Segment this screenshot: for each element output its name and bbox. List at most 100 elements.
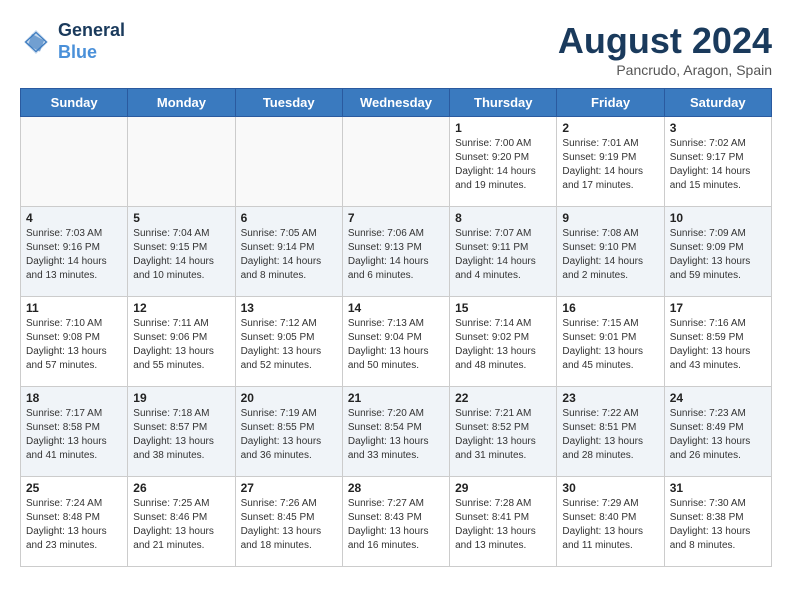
day-info: Sunrise: 7:08 AM Sunset: 9:10 PM Dayligh… [562, 227, 658, 283]
calendar-cell: 9 Sunrise: 7:08 AM Sunset: 9:10 PM Daylig… [557, 207, 664, 297]
day-info: Sunrise: 7:01 AM Sunset: 9:19 PM Dayligh… [562, 137, 658, 193]
day-info: Sunrise: 7:17 AM Sunset: 8:58 PM Dayligh… [26, 407, 122, 463]
day-info: Sunrise: 7:20 AM Sunset: 8:54 PM Dayligh… [348, 407, 444, 463]
day-number: 11 [26, 301, 122, 315]
day-number: 6 [241, 211, 337, 225]
calendar-week-row: 11Sunrise: 7:10 AM Sunset: 9:08 PM Dayli… [21, 297, 772, 387]
day-of-week-header: Tuesday [235, 89, 342, 117]
calendar-cell: 25 Sunrise: 7:24 AM Sunset: 8:48 PM Dayli… [21, 477, 128, 567]
calendar-cell [128, 117, 235, 207]
day-info: Sunrise: 7:21 AM Sunset: 8:52 PM Dayligh… [455, 407, 551, 463]
day-number: 16 [562, 301, 658, 315]
day-info: Sunrise: 7:06 AM Sunset: 9:13 PM Dayligh… [348, 227, 444, 283]
day-info: Sunrise: 7:22 AM Sunset: 8:51 PM Dayligh… [562, 407, 658, 463]
calendar-cell: 11Sunrise: 7:10 AM Sunset: 9:08 PM Dayli… [21, 297, 128, 387]
day-of-week-header: Friday [557, 89, 664, 117]
day-info: Sunrise: 7:18 AM Sunset: 8:57 PM Dayligh… [133, 407, 229, 463]
calendar-cell: 31Sunrise: 7:30 AM Sunset: 8:38 PM Dayli… [664, 477, 771, 567]
day-of-week-header: Wednesday [342, 89, 449, 117]
header: General Blue August 2024 Pancrudo, Arago… [20, 20, 772, 78]
day-number: 27 [241, 481, 337, 495]
day-number: 22 [455, 391, 551, 405]
day-info: Sunrise: 7:12 AM Sunset: 9:05 PM Dayligh… [241, 317, 337, 373]
day-info: Sunrise: 7:29 AM Sunset: 8:40 PM Dayligh… [562, 497, 658, 553]
calendar-week-row: 1Sunrise: 7:00 AM Sunset: 9:20 PM Daylig… [21, 117, 772, 207]
day-info: Sunrise: 7:07 AM Sunset: 9:11 PM Dayligh… [455, 227, 551, 283]
calendar-cell: 23Sunrise: 7:22 AM Sunset: 8:51 PM Dayli… [557, 387, 664, 477]
calendar-cell: 14 Sunrise: 7:13 AM Sunset: 9:04 PM Dayli… [342, 297, 449, 387]
calendar-cell: 28Sunrise: 7:27 AM Sunset: 8:43 PM Dayli… [342, 477, 449, 567]
day-number: 3 [670, 121, 766, 135]
day-number: 25 [26, 481, 122, 495]
day-number: 12 [133, 301, 229, 315]
calendar-cell: 2 Sunrise: 7:01 AM Sunset: 9:19 PM Daylig… [557, 117, 664, 207]
day-number: 13 [241, 301, 337, 315]
day-info: Sunrise: 7:13 AM Sunset: 9:04 PM Dayligh… [348, 317, 444, 373]
day-info: Sunrise: 7:02 AM Sunset: 9:17 PM Dayligh… [670, 137, 766, 193]
day-number: 15 [455, 301, 551, 315]
day-info: Sunrise: 7:09 AM Sunset: 9:09 PM Dayligh… [670, 227, 766, 283]
day-number: 14 [348, 301, 444, 315]
calendar-cell: 20Sunrise: 7:19 AM Sunset: 8:55 PM Dayli… [235, 387, 342, 477]
day-info: Sunrise: 7:15 AM Sunset: 9:01 PM Dayligh… [562, 317, 658, 373]
calendar-cell: 6 Sunrise: 7:05 AM Sunset: 9:14 PM Daylig… [235, 207, 342, 297]
calendar-cell: 19 Sunrise: 7:18 AM Sunset: 8:57 PM Dayli… [128, 387, 235, 477]
calendar-cell: 18 Sunrise: 7:17 AM Sunset: 8:58 PM Dayli… [21, 387, 128, 477]
day-number: 20 [241, 391, 337, 405]
day-of-week-header: Thursday [450, 89, 557, 117]
calendar-cell [342, 117, 449, 207]
title-area: August 2024 Pancrudo, Aragon, Spain [558, 20, 772, 78]
day-of-week-header: Sunday [21, 89, 128, 117]
day-info: Sunrise: 7:28 AM Sunset: 8:41 PM Dayligh… [455, 497, 551, 553]
day-number: 7 [348, 211, 444, 225]
calendar-cell: 16 Sunrise: 7:15 AM Sunset: 9:01 PM Dayli… [557, 297, 664, 387]
calendar-cell: 30 Sunrise: 7:29 AM Sunset: 8:40 PM Dayli… [557, 477, 664, 567]
calendar-cell: 29Sunrise: 7:28 AM Sunset: 8:41 PM Dayli… [450, 477, 557, 567]
day-number: 17 [670, 301, 766, 315]
day-number: 18 [26, 391, 122, 405]
day-info: Sunrise: 7:11 AM Sunset: 9:06 PM Dayligh… [133, 317, 229, 373]
calendar-cell: 21Sunrise: 7:20 AM Sunset: 8:54 PM Dayli… [342, 387, 449, 477]
calendar-week-row: 4Sunrise: 7:03 AM Sunset: 9:16 PM Daylig… [21, 207, 772, 297]
day-number: 24 [670, 391, 766, 405]
day-info: Sunrise: 7:03 AM Sunset: 9:16 PM Dayligh… [26, 227, 122, 283]
day-number: 26 [133, 481, 229, 495]
day-number: 9 [562, 211, 658, 225]
calendar-body: 1Sunrise: 7:00 AM Sunset: 9:20 PM Daylig… [21, 117, 772, 567]
day-info: Sunrise: 7:25 AM Sunset: 8:46 PM Dayligh… [133, 497, 229, 553]
calendar-cell: 3 Sunrise: 7:02 AM Sunset: 9:17 PM Daylig… [664, 117, 771, 207]
calendar-cell: 15Sunrise: 7:14 AM Sunset: 9:02 PM Dayli… [450, 297, 557, 387]
day-info: Sunrise: 7:00 AM Sunset: 9:20 PM Dayligh… [455, 137, 551, 193]
day-info: Sunrise: 7:24 AM Sunset: 8:48 PM Dayligh… [26, 497, 122, 553]
day-info: Sunrise: 7:23 AM Sunset: 8:49 PM Dayligh… [670, 407, 766, 463]
subtitle: Pancrudo, Aragon, Spain [558, 62, 772, 78]
day-of-week-header: Monday [128, 89, 235, 117]
calendar-cell: 13 Sunrise: 7:12 AM Sunset: 9:05 PM Dayli… [235, 297, 342, 387]
calendar-cell: 10 Sunrise: 7:09 AM Sunset: 9:09 PM Dayli… [664, 207, 771, 297]
calendar-cell: 7 Sunrise: 7:06 AM Sunset: 9:13 PM Daylig… [342, 207, 449, 297]
logo-icon [20, 26, 52, 58]
day-info: Sunrise: 7:04 AM Sunset: 9:15 PM Dayligh… [133, 227, 229, 283]
day-number: 19 [133, 391, 229, 405]
calendar-header-row: SundayMondayTuesdayWednesdayThursdayFrid… [21, 89, 772, 117]
logo: General Blue [20, 20, 125, 63]
calendar-cell: 5Sunrise: 7:04 AM Sunset: 9:15 PM Daylig… [128, 207, 235, 297]
day-number: 30 [562, 481, 658, 495]
calendar-cell [235, 117, 342, 207]
day-of-week-header: Saturday [664, 89, 771, 117]
day-info: Sunrise: 7:16 AM Sunset: 8:59 PM Dayligh… [670, 317, 766, 373]
calendar-table: SundayMondayTuesdayWednesdayThursdayFrid… [20, 88, 772, 567]
calendar-cell: 24 Sunrise: 7:23 AM Sunset: 8:49 PM Dayli… [664, 387, 771, 477]
calendar-cell: 8Sunrise: 7:07 AM Sunset: 9:11 PM Daylig… [450, 207, 557, 297]
day-number: 10 [670, 211, 766, 225]
calendar-week-row: 18 Sunrise: 7:17 AM Sunset: 8:58 PM Dayli… [21, 387, 772, 477]
day-info: Sunrise: 7:05 AM Sunset: 9:14 PM Dayligh… [241, 227, 337, 283]
calendar-cell: 17 Sunrise: 7:16 AM Sunset: 8:59 PM Dayli… [664, 297, 771, 387]
day-number: 2 [562, 121, 658, 135]
logo-text: General Blue [58, 20, 125, 63]
month-title: August 2024 [558, 20, 772, 62]
calendar-cell [21, 117, 128, 207]
calendar-cell: 26 Sunrise: 7:25 AM Sunset: 8:46 PM Dayli… [128, 477, 235, 567]
calendar-week-row: 25 Sunrise: 7:24 AM Sunset: 8:48 PM Dayli… [21, 477, 772, 567]
calendar-cell: 4Sunrise: 7:03 AM Sunset: 9:16 PM Daylig… [21, 207, 128, 297]
